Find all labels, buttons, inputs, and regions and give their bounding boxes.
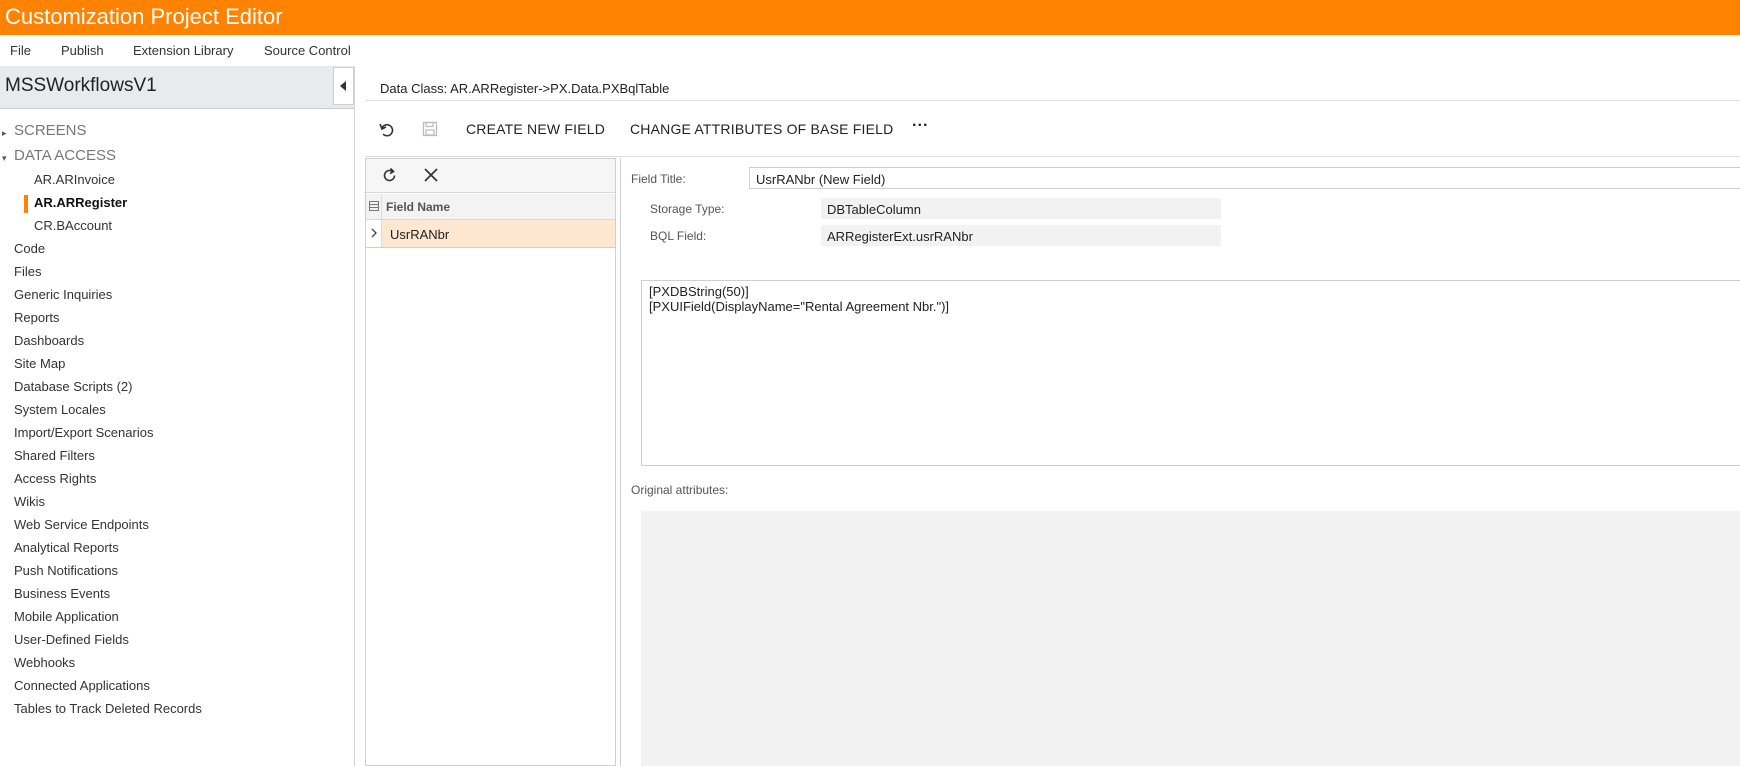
bql-field-value: ARRegisterExt.usrRANbr (827, 229, 973, 244)
chevron-right-icon[interactable] (366, 220, 382, 247)
storage-type-field: DBTableColumn (821, 198, 1221, 219)
tree-item-business-events[interactable]: Business Events (14, 586, 110, 601)
menu-extension-library[interactable]: Extension Library (133, 43, 233, 58)
tree-item-mobile-application[interactable]: Mobile Application (14, 609, 119, 624)
refresh-icon[interactable] (381, 167, 398, 189)
caret-left-icon (340, 81, 346, 91)
selection-marker (24, 195, 28, 213)
code-line: [PXDBString(50)] (649, 284, 749, 299)
tree-item-shared-filters[interactable]: Shared Filters (14, 448, 95, 463)
tree-item-generic-inquiries[interactable]: Generic Inquiries (14, 287, 112, 302)
menu-file[interactable]: File (10, 43, 31, 58)
tree-item-site-map[interactable]: Site Map (14, 356, 65, 371)
project-header: MSSWorkflowsV1 (0, 66, 354, 109)
more-options-icon[interactable]: ··· (912, 117, 929, 135)
tree-item-reports[interactable]: Reports (14, 310, 60, 325)
tree-item-code[interactable]: Code (14, 241, 45, 256)
original-attributes-box (641, 511, 1740, 766)
project-sidebar: MSSWorkflowsV1 ▸ SCREENS ▾ DATA ACCESS A… (0, 66, 355, 766)
field-title-value: UsrRANbr (New Field) (756, 172, 886, 187)
bql-field-field: ARRegisterExt.usrRANbr (821, 225, 1221, 246)
grid-toolbar (366, 159, 615, 193)
tree-item-import-export-scenarios[interactable]: Import/Export Scenarios (14, 425, 153, 440)
menu-bar: File Publish Extension Library Source Co… (0, 35, 1740, 66)
field-title-input[interactable]: UsrRANbr (New Field) (749, 167, 1740, 189)
title-bar: Customization Project Editor (0, 0, 1740, 35)
tree-item-tables-to-track-deleted-records[interactable]: Tables to Track Deleted Records (14, 701, 202, 716)
data-class-label: Data Class: AR.ARRegister->PX.Data.PXBql… (380, 81, 670, 96)
undo-icon[interactable] (378, 121, 396, 144)
field-grid: Field Name UsrRANbr (365, 158, 616, 766)
caret-right-icon[interactable]: ▸ (2, 128, 7, 139)
table-row[interactable]: UsrRANbr (366, 220, 615, 248)
tree-item-connected-applications[interactable]: Connected Applications (14, 678, 150, 693)
tree-item-ar-arinvoice[interactable]: AR.ARInvoice (34, 172, 115, 187)
tree-group-data-access[interactable]: DATA ACCESS (14, 147, 116, 164)
tree-group-screens[interactable]: SCREENS (14, 122, 87, 139)
grid-settings-icon[interactable] (366, 194, 382, 219)
grid-header: Field Name (366, 194, 615, 220)
tree-item-database-scripts[interactable]: Database Scripts (2) (14, 379, 133, 394)
tree-item-dashboards[interactable]: Dashboards (14, 333, 84, 348)
field-name-cell: UsrRANbr (390, 227, 450, 242)
app-title: Customization Project Editor (5, 4, 283, 29)
tree-item-webhooks[interactable]: Webhooks (14, 655, 75, 670)
storage-type-value: DBTableColumn (827, 202, 921, 217)
main-area: Data Class: AR.ARRegister->PX.Data.PXBql… (356, 66, 1740, 766)
tree-item-analytical-reports[interactable]: Analytical Reports (14, 540, 119, 555)
tree-item-web-service-endpoints[interactable]: Web Service Endpoints (14, 517, 149, 532)
storage-type-label: Storage Type: (650, 202, 725, 216)
attributes-editor[interactable]: [PXDBString(50)] [PXUIField(DisplayName=… (641, 280, 1740, 466)
tree-item-cr-baccount[interactable]: CR.BAccount (34, 218, 112, 233)
project-name: MSSWorkflowsV1 (5, 75, 157, 96)
tree-item-files[interactable]: Files (14, 264, 41, 279)
tree-item-ar-arregister[interactable]: AR.ARRegister (34, 195, 127, 210)
tree-item-user-defined-fields[interactable]: User-Defined Fields (14, 632, 129, 647)
tree-item-wikis[interactable]: Wikis (14, 494, 45, 509)
code-line: [PXUIField(DisplayName="Rental Agreement… (649, 299, 950, 314)
tree-item-push-notifications[interactable]: Push Notifications (14, 563, 118, 578)
tree-item-system-locales[interactable]: System Locales (14, 402, 106, 417)
field-title-label: Field Title: (631, 172, 686, 186)
menu-source-control[interactable]: Source Control (264, 43, 351, 58)
change-attributes-button[interactable]: CHANGE ATTRIBUTES OF BASE FIELD (630, 121, 893, 137)
original-attributes-label: Original attributes: (631, 483, 729, 497)
tree-item-access-rights[interactable]: Access Rights (14, 471, 96, 486)
bql-field-label: BQL Field: (650, 229, 707, 243)
save-icon[interactable] (422, 121, 438, 142)
toolbar-divider (366, 156, 1740, 157)
field-form: Field Title: UsrRANbr (New Field) Storag… (620, 158, 1740, 766)
delete-icon[interactable] (424, 168, 438, 187)
create-new-field-button[interactable]: CREATE NEW FIELD (466, 121, 605, 137)
column-header-field-name[interactable]: Field Name (386, 200, 450, 214)
divider (366, 100, 1740, 101)
caret-down-icon[interactable]: ▾ (2, 153, 7, 164)
collapse-sidebar-button[interactable] (333, 67, 354, 105)
menu-publish[interactable]: Publish (61, 43, 104, 58)
